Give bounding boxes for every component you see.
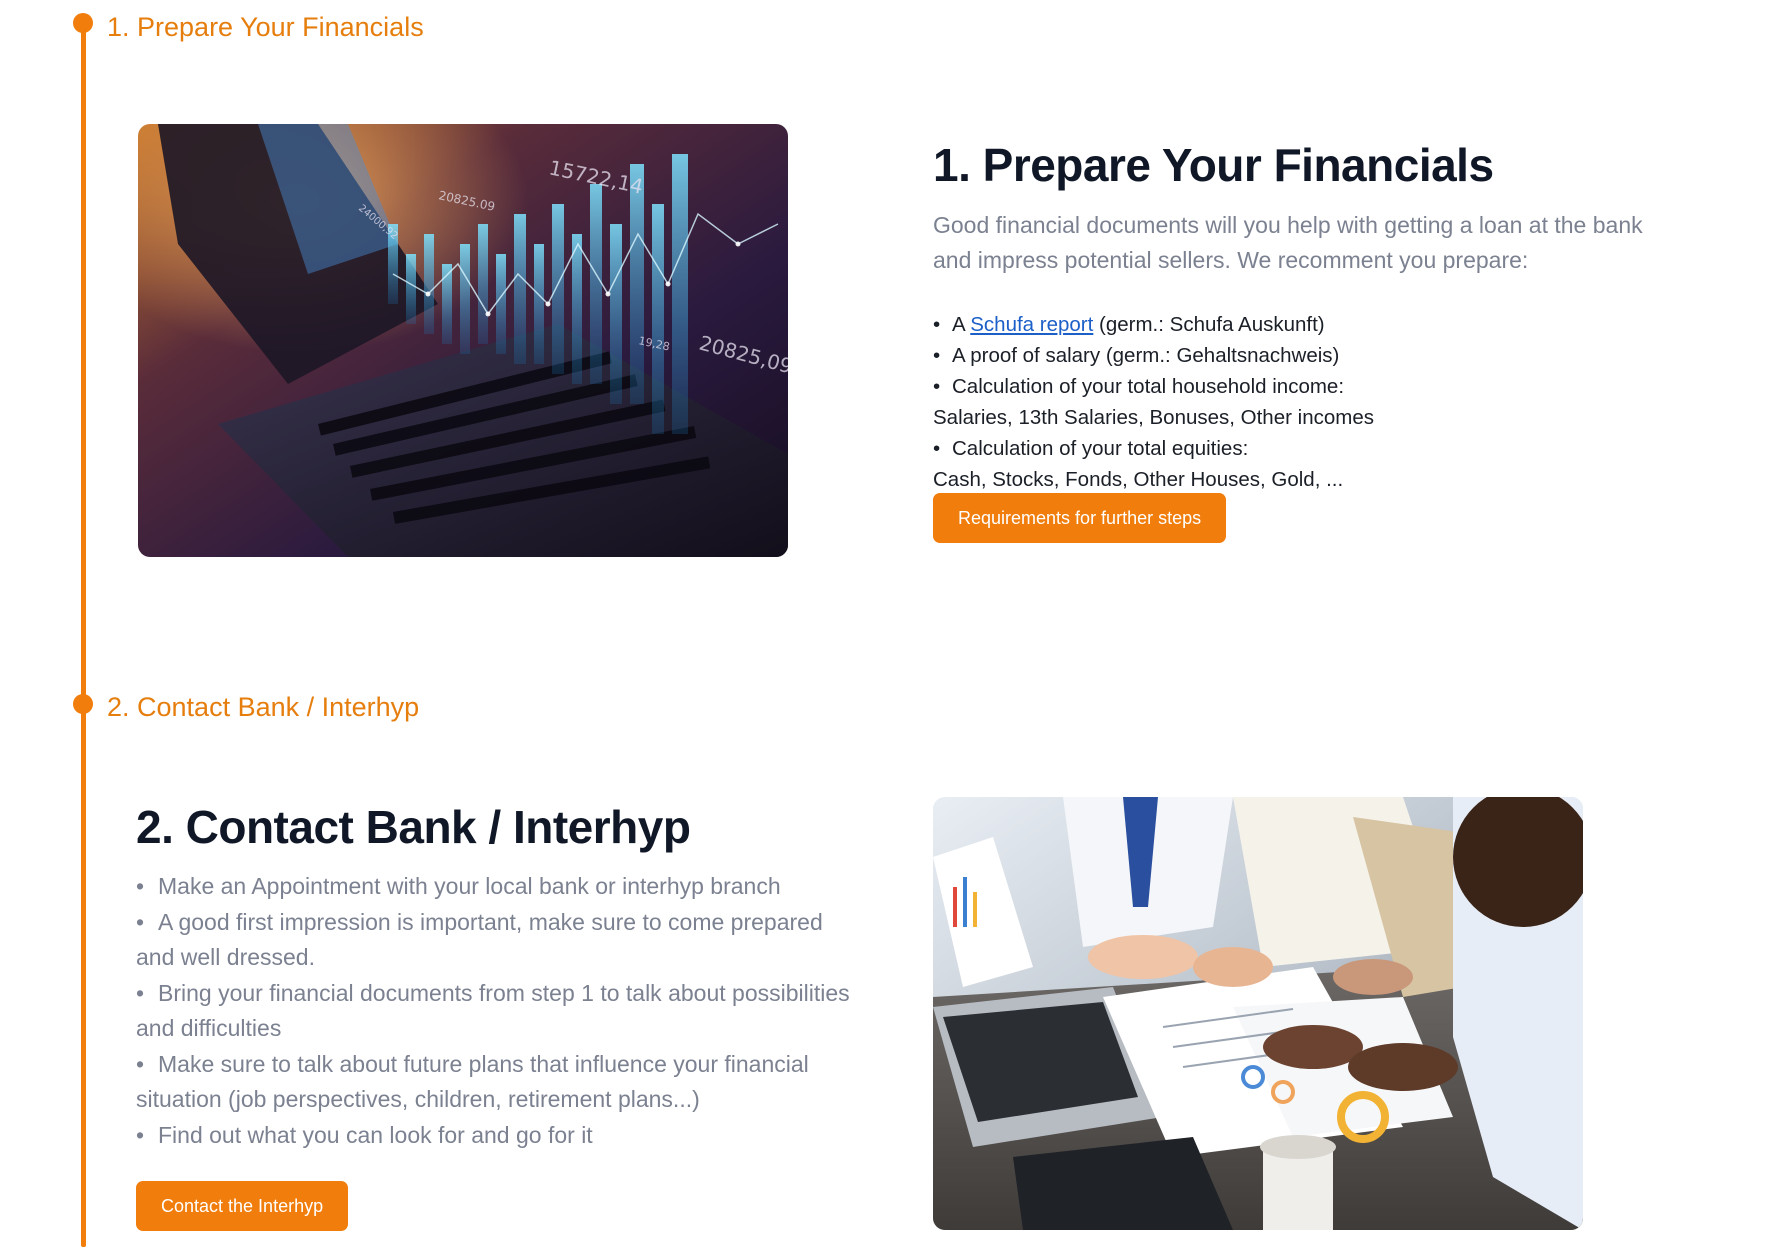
section-1-intro: Good financial documents will you help w… (933, 212, 1643, 273)
section-1-heading: 1. Prepare Your Financials (933, 139, 1494, 191)
list-item: • Make an Appointment with your local ban… (136, 873, 781, 899)
list-item: • Make sure to talk about future plans th… (136, 1050, 809, 1113)
list-item-detail: Cash, Stocks, Fonds, Other Houses, Gold,… (933, 468, 1344, 491)
list-item: • A Schufa report (germ.: Schufa Auskunft… (933, 313, 1325, 336)
section-2-steps-list: • Make an Appointment with your local ban… (136, 869, 866, 1153)
list-item: • A good first impression is important, m… (136, 908, 823, 971)
business-meeting-image (933, 797, 1583, 1230)
section-1-requirements-list: • A Schufa report (germ.: Schufa Auskunft… (933, 309, 1374, 495)
timeline-dot-step-1 (73, 13, 93, 33)
list-item: • Calculation of your total equities: (933, 437, 1249, 460)
timeline-label-step-2[interactable]: 2. Contact Bank / Interhyp (107, 692, 419, 723)
requirements-further-steps-button[interactable]: Requirements for further steps (933, 493, 1227, 543)
section-2-heading: 2. Contact Bank / Interhyp (136, 801, 691, 853)
list-item: • A proof of salary (germ.: Gehaltsnachwe… (933, 344, 1340, 367)
list-item: • Bring your financial documents from ste… (136, 979, 850, 1042)
list-item: • Calculation of your total household inc… (933, 375, 1345, 398)
timeline-label-step-1[interactable]: 1. Prepare Your Financials (107, 12, 424, 43)
financial-chart-laptop-image: 15722,14 20825,09 20825.09 19,28 24000,9… (138, 124, 788, 557)
schufa-report-link[interactable]: Schufa report (970, 313, 1093, 336)
list-item-detail: Salaries, 13th Salaries, Bonuses, Other … (933, 406, 1374, 429)
timeline-dot-step-2 (73, 694, 93, 714)
contact-interhyp-button[interactable]: Contact the Interhyp (136, 1181, 349, 1231)
list-item: • Find out what you can look for and go f… (136, 1121, 593, 1148)
timeline-line (81, 22, 86, 1247)
